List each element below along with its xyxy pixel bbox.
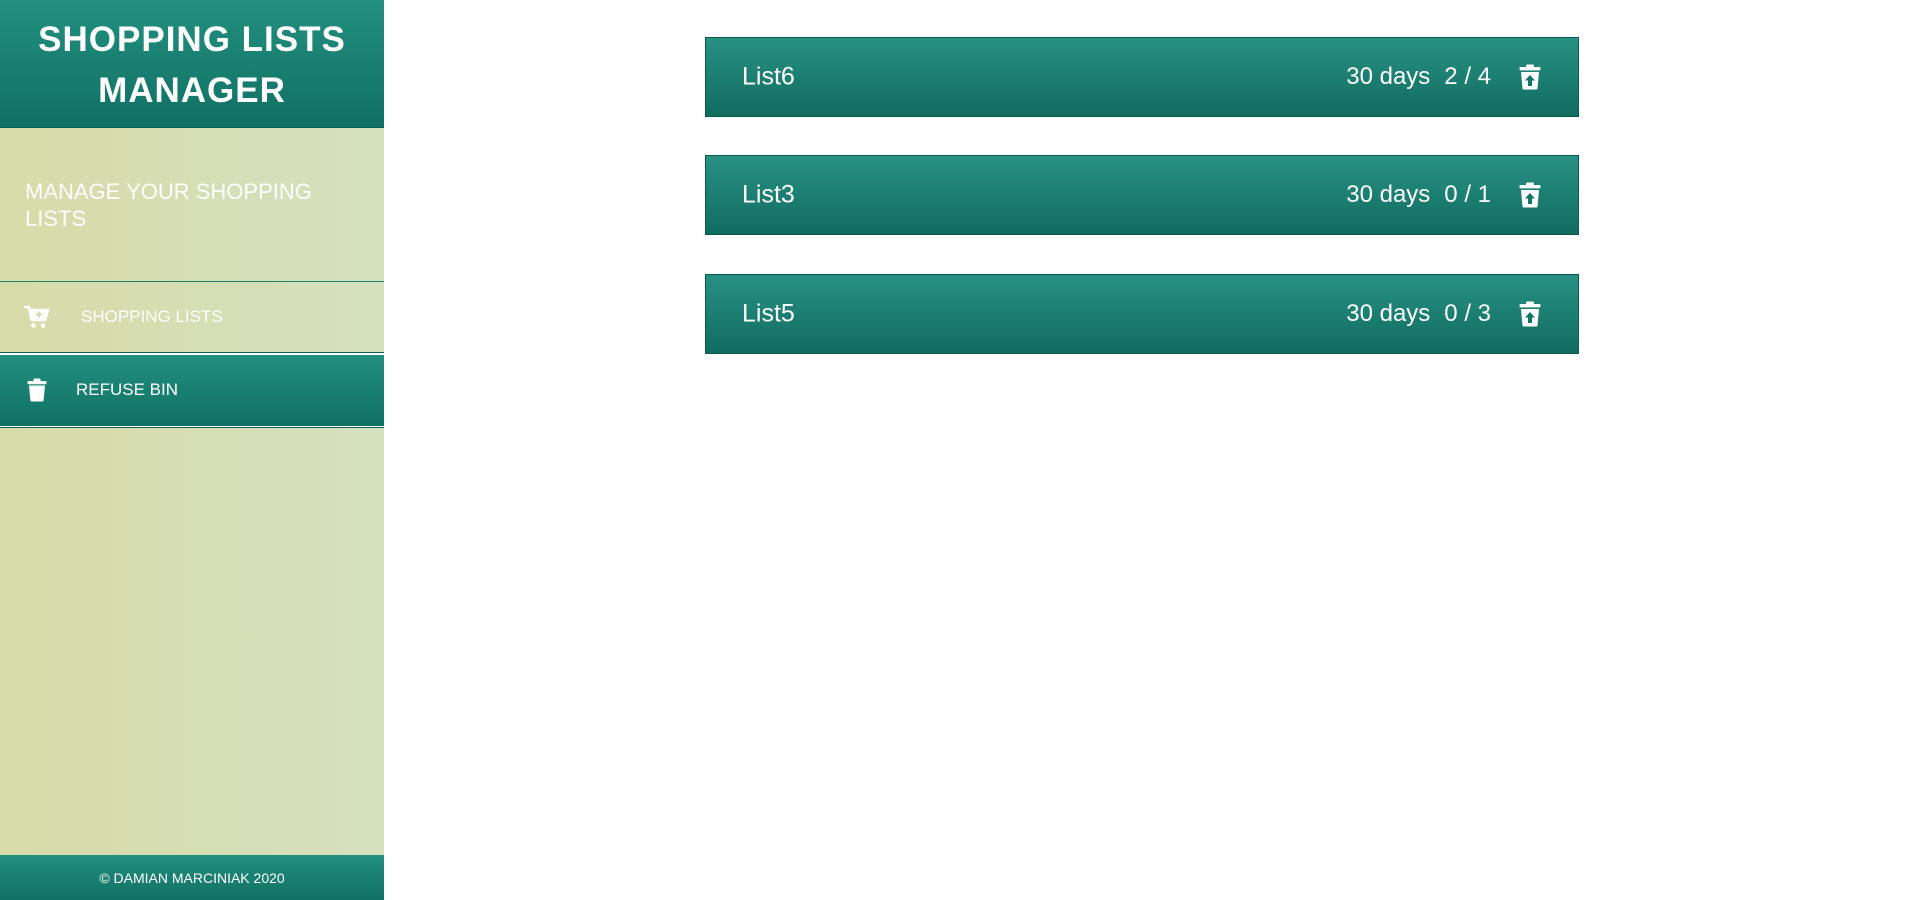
list-item[interactable]: List5 30 days 0 / 3 [705,274,1579,354]
sidebar-item-shopping-lists[interactable]: SHOPPING LISTS [0,282,384,352]
trash-icon [24,377,50,403]
tagline: MANAGE YOUR SHOPPING LISTS [25,179,312,231]
footer: © DAMIAN MARCINIAK 2020 [0,855,384,900]
list-item[interactable]: List3 30 days 0 / 1 [705,155,1579,235]
cart-icon [24,304,50,330]
app-title: SHOPPING LISTS MANAGER [38,19,346,110]
app-window: SHOPPING LISTS MANAGER MANAGE YOUR SHOPP… [0,0,1920,900]
restore-from-trash-icon[interactable] [1518,300,1542,328]
list-meta: 30 days 0 / 3 [1346,300,1542,328]
sidebar: SHOPPING LISTS MANAGER MANAGE YOUR SHOPP… [0,0,384,900]
restore-from-trash-icon[interactable] [1518,181,1542,209]
list-meta: 30 days 0 / 1 [1346,181,1542,209]
restore-from-trash-icon[interactable] [1518,63,1542,91]
copyright-text: © DAMIAN MARCINIAK 2020 [99,869,285,886]
sidebar-item-label: SHOPPING LISTS [81,307,223,326]
list-name: List3 [742,180,795,209]
sidebar-item-label: REFUSE BIN [76,380,179,399]
items-count: 0 / 3 [1444,300,1491,327]
days-remaining: 30 days [1346,181,1431,208]
list-meta: 30 days 2 / 4 [1346,63,1542,91]
list-name: List5 [742,299,795,328]
brand-header: SHOPPING LISTS MANAGER [0,0,384,128]
days-remaining: 30 days [1346,300,1431,327]
list-item[interactable]: List6 30 days 2 / 4 [705,37,1579,117]
days-remaining: 30 days [1346,63,1431,90]
items-count: 0 / 1 [1444,181,1491,208]
sidebar-item-refuse-bin[interactable]: REFUSE BIN [0,352,384,428]
items-count: 2 / 4 [1444,63,1491,90]
main-content: List6 30 days 2 / 4 List3 30 days 0 / 1 … [384,0,1920,900]
list-name: List6 [742,62,795,91]
